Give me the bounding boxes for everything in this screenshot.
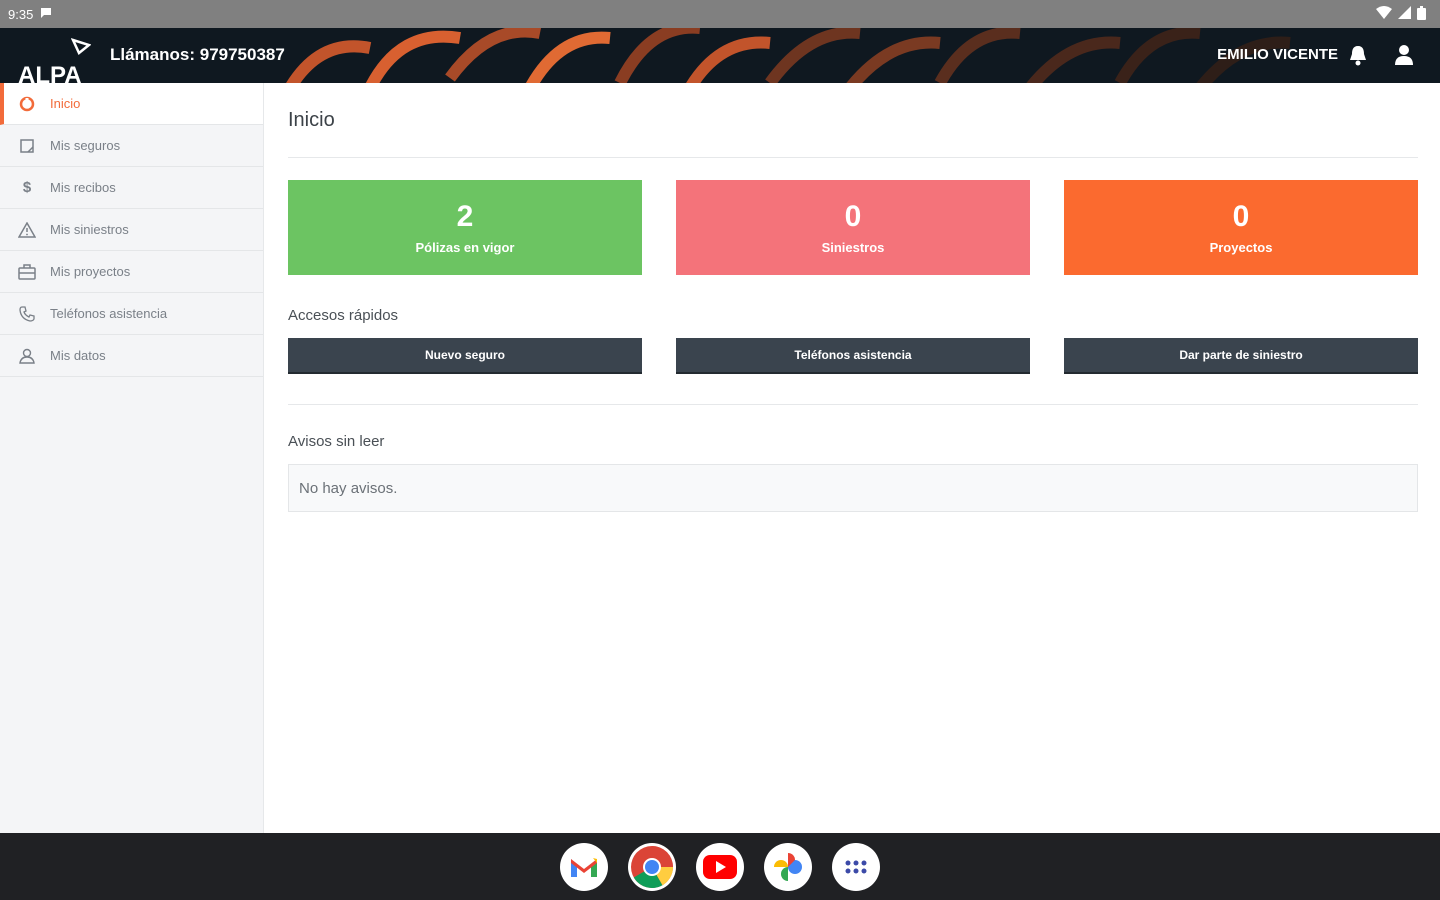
sidebar-item-label: Mis proyectos [50, 264, 131, 279]
stat-value: 2 [456, 200, 474, 233]
stat-label: Siniestros [821, 240, 885, 255]
nuevo-seguro-button[interactable]: Nuevo seguro [288, 338, 642, 374]
battery-icon [1417, 5, 1426, 23]
warning-icon [18, 221, 36, 239]
stat-label: Proyectos [1209, 240, 1273, 255]
notices-panel: No hay avisos. [288, 464, 1418, 512]
sidebar-item-mis-seguros[interactable]: Mis seguros [0, 125, 263, 167]
apps-grid-icon[interactable] [832, 842, 880, 891]
stat-value: 0 [844, 200, 862, 233]
logo-text: ALPA [18, 62, 82, 83]
logo-arrow-icon [70, 37, 92, 62]
stat-siniestros-card[interactable]: 0 Siniestros [676, 180, 1030, 275]
chrome-icon[interactable] [628, 842, 676, 891]
sidebar-item-mis-proyectos[interactable]: Mis proyectos [0, 251, 263, 293]
notices-empty-text: No hay avisos. [299, 479, 398, 497]
alpa-logo[interactable]: ALPA [18, 37, 92, 83]
main-content: Inicio 2 Pólizas en vigor 0 Siniestros 0… [288, 83, 1418, 512]
stats-row: 2 Pólizas en vigor 0 Siniestros 0 Proyec… [288, 180, 1418, 275]
stat-value: 0 [1232, 200, 1250, 233]
notices-title: Avisos sin leer [288, 433, 385, 450]
user-profile-icon[interactable] [1394, 44, 1414, 71]
signal-icon [1398, 6, 1411, 22]
wifi-icon [1376, 6, 1392, 22]
divider [288, 157, 1418, 158]
sidebar-item-label: Mis siniestros [50, 222, 129, 237]
user-icon [18, 347, 36, 365]
sidebar-item-mis-siniestros[interactable]: Mis siniestros [0, 209, 263, 251]
sidebar: Inicio Mis seguros $ Mis recibos Mis sin… [0, 83, 264, 833]
app-header: ALPA Llámanos: 979750387 EMILIO VICENTE [0, 28, 1440, 83]
sidebar-item-mis-datos[interactable]: Mis datos [0, 335, 263, 377]
quick-access-row: Nuevo seguro Teléfonos asistencia Dar pa… [288, 338, 1418, 374]
page-title: Inicio [288, 109, 335, 131]
telefonos-asistencia-button[interactable]: Teléfonos asistencia [676, 338, 1030, 374]
quick-access-title: Accesos rápidos [288, 307, 399, 324]
header-pattern [286, 28, 1291, 83]
sidebar-item-inicio[interactable]: Inicio [0, 83, 263, 125]
home-icon [18, 95, 36, 113]
stat-polizas-card[interactable]: 2 Pólizas en vigor [288, 180, 642, 275]
policy-icon [18, 137, 36, 155]
taskbar [0, 833, 1440, 900]
stat-proyectos-card[interactable]: 0 Proyectos [1064, 180, 1418, 275]
divider [288, 404, 1418, 405]
contact-phone[interactable]: Llámanos: 979750387 [110, 45, 285, 65]
user-name[interactable]: EMILIO VICENTE [1217, 46, 1338, 63]
phone-icon [18, 305, 36, 323]
bell-icon[interactable] [1348, 44, 1368, 71]
sidebar-item-label: Inicio [50, 96, 81, 111]
sidebar-item-label: Teléfonos asistencia [50, 306, 168, 321]
system-status-bar: 9:35 [0, 0, 1440, 28]
dollar-icon: $ [22, 179, 32, 196]
sidebar-item-label: Mis recibos [50, 180, 116, 195]
gmail-icon[interactable] [560, 842, 608, 891]
photos-icon[interactable] [764, 842, 812, 891]
sidebar-item-mis-recibos[interactable]: $ Mis recibos [0, 167, 263, 209]
sidebar-item-telefonos-asistencia[interactable]: Teléfonos asistencia [0, 293, 263, 335]
sidebar-item-label: Mis datos [50, 348, 106, 363]
clock: 9:35 [8, 6, 34, 22]
youtube-icon[interactable] [696, 842, 744, 891]
chat-notification-icon [39, 6, 53, 23]
briefcase-icon [18, 263, 36, 281]
stat-label: Pólizas en vigor [415, 240, 515, 255]
dar-parte-siniestro-button[interactable]: Dar parte de siniestro [1064, 338, 1418, 374]
sidebar-item-label: Mis seguros [50, 138, 121, 153]
